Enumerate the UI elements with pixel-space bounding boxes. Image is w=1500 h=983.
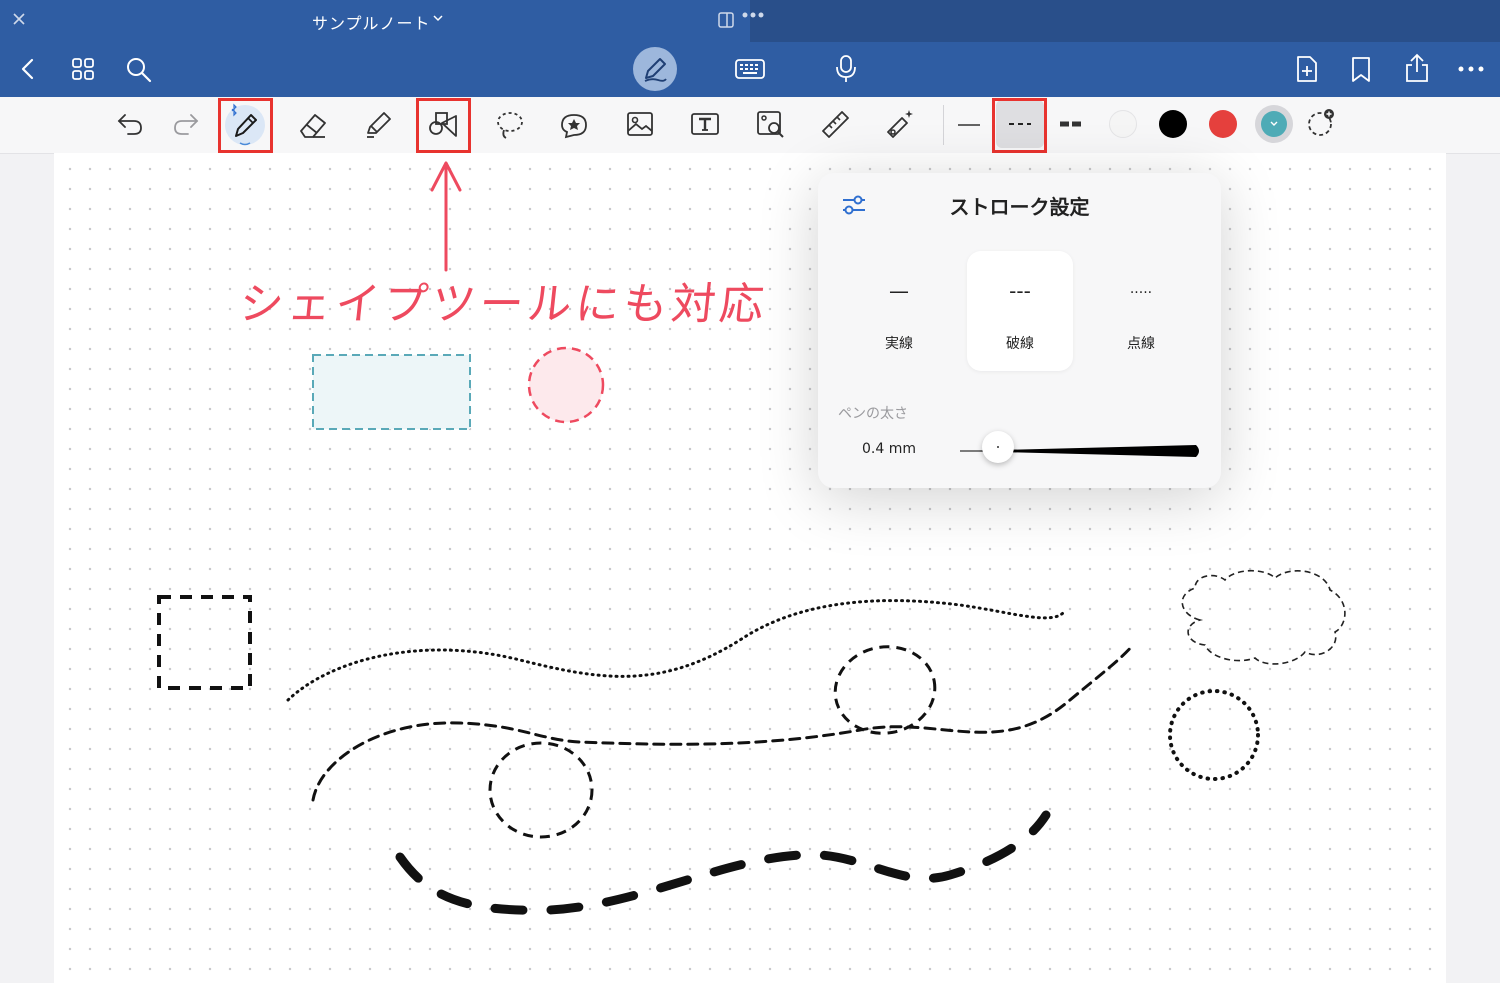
annotation-text: シェイプツールにも対応: [236, 279, 771, 330]
stroke-settings-popover: ストローク設定 — 実線 --- 破線 ..... 点線 ペンの太さ 0.4 m…: [818, 173, 1221, 488]
dashed-rectangle-shape: [312, 354, 471, 430]
dashed-loop-left: [488, 741, 594, 839]
dotted-circle-drawing: [1168, 689, 1260, 781]
dotted-wave-drawing: [286, 599, 1065, 702]
dotted-line-preview: .....: [1129, 281, 1153, 297]
dashed-loop-right: [833, 645, 937, 735]
pen-width-label: ペンの太さ: [838, 406, 908, 422]
dashed-curve-drawing: [311, 643, 1135, 802]
dashed-cloud-drawing: [1181, 569, 1346, 665]
stroke-style-dotted[interactable]: ..... 点線: [1088, 251, 1194, 371]
dashed-line-label: 破線: [1006, 336, 1034, 352]
dashed-line-preview: ---: [1009, 279, 1031, 303]
popover-title: ストローク設定: [949, 195, 1090, 219]
stroke-style-dashed[interactable]: --- 破線: [967, 251, 1073, 371]
pen-width-value: 0.4 mm: [862, 441, 916, 457]
dashed-circle-shape: [527, 346, 605, 424]
solid-line-label: 実線: [885, 336, 913, 352]
annotation-arrow: [430, 161, 462, 272]
canvas-drawings: [157, 161, 1346, 915]
slider-thumb[interactable]: [981, 431, 1014, 463]
slider-thumb-dot: [996, 446, 999, 448]
dotted-line-label: 点線: [1127, 336, 1155, 352]
solid-line-preview: —: [889, 279, 909, 303]
dashed-square-drawing: [157, 595, 252, 690]
stroke-style-solid[interactable]: — 実線: [846, 251, 952, 371]
thick-dashed-curve-drawing: [395, 810, 1051, 915]
